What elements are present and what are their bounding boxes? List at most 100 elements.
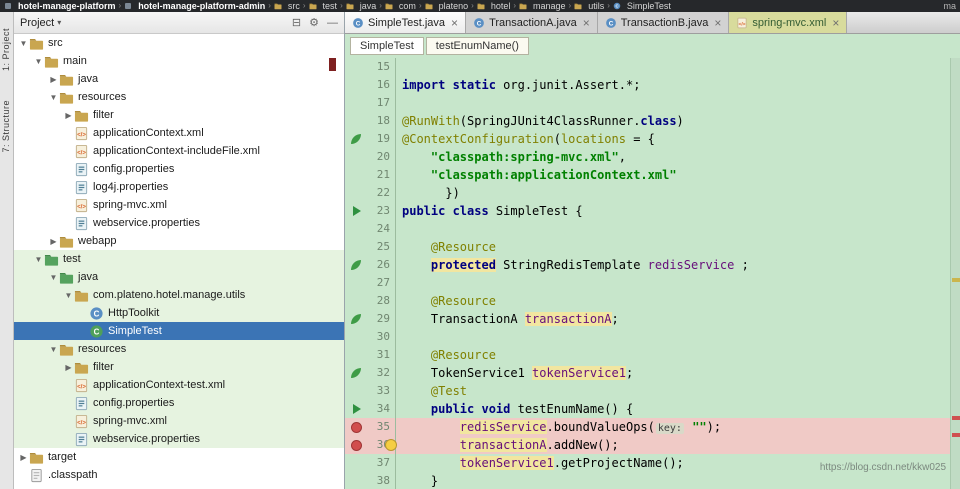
chevron-down-icon[interactable]: ▼ — [48, 273, 59, 282]
close-icon[interactable]: × — [714, 17, 721, 29]
code-line-35[interactable]: 35 redisService.boundValueOps(key: ""); — [345, 418, 950, 436]
code-line-29[interactable]: 29 TransactionA transactionA; — [345, 310, 950, 328]
breakpoint-icon[interactable] — [345, 436, 373, 454]
editor-tab-TransactionB.java[interactable]: CTransactionB.java× — [598, 12, 730, 33]
chevron-right-icon[interactable]: ▶ — [63, 363, 74, 372]
tool-button-project[interactable]: 1: Project — [1, 28, 11, 71]
code-line-20[interactable]: 20 "classpath:spring-mvc.xml", — [345, 148, 950, 166]
breadcrumb-item-hotel-manage-platform-admin[interactable]: hotel-manage-platform-admin — [124, 0, 265, 12]
tree-item-config.properties[interactable]: config.properties — [14, 160, 344, 178]
chevron-down-icon[interactable]: ▼ — [33, 57, 44, 66]
spring-leaf-icon[interactable] — [345, 130, 373, 148]
tree-item-webservice.properties[interactable]: webservice.properties — [14, 214, 344, 232]
editor[interactable]: 1516import static org.junit.Assert.*;171… — [345, 58, 960, 489]
chevron-down-icon[interactable]: ▼ — [48, 345, 59, 354]
tree-item-target[interactable]: ▶target — [14, 448, 344, 466]
breadcrumb-chip-testEnumName()[interactable]: testEnumName() — [426, 37, 529, 55]
code-line-19[interactable]: 19@ContextConfiguration(locations = { — [345, 130, 950, 148]
tree-item-src[interactable]: ▼src — [14, 34, 344, 52]
code-line-16[interactable]: 16import static org.junit.Assert.*; — [345, 76, 950, 94]
tree-item-spring-mvc.xml[interactable]: </>spring-mvc.xml — [14, 412, 344, 430]
spring-leaf-icon[interactable] — [345, 256, 373, 274]
breadcrumb-item-hotel-manage-platform[interactable]: hotel-manage-platform — [4, 0, 116, 12]
tree-item-com.plateno.hotel.manage.utils[interactable]: ▼com.plateno.hotel.manage.utils — [14, 286, 344, 304]
maven-tool-label[interactable]: ma — [943, 1, 956, 11]
run-icon[interactable] — [345, 202, 373, 220]
breadcrumb-item-test[interactable]: test — [309, 0, 338, 12]
breadcrumb-item-plateno[interactable]: plateno — [425, 0, 469, 12]
tree-item-applicationContext-includeFile.xml[interactable]: </>applicationContext-includeFile.xml — [14, 142, 344, 160]
chevron-right-icon[interactable]: ▶ — [48, 237, 59, 246]
tool-button-structure[interactable]: 7: Structure — [1, 100, 11, 153]
editor-tab-SimpleTest.java[interactable]: CSimpleTest.java× — [345, 12, 466, 33]
close-icon[interactable]: × — [451, 17, 458, 29]
breadcrumb-item-utils[interactable]: utils — [574, 0, 604, 12]
tree-item-webservice.properties[interactable]: webservice.properties — [14, 430, 344, 448]
code-line-24[interactable]: 24 — [345, 220, 950, 238]
chevron-down-icon[interactable]: ▼ — [33, 255, 44, 264]
breadcrumb-item-SimpleTest[interactable]: CSimpleTest — [613, 0, 671, 12]
intention-bulb-icon[interactable] — [385, 439, 397, 451]
tree-item-java[interactable]: ▼java — [14, 268, 344, 286]
tree-item-.classpath[interactable]: .classpath — [14, 466, 344, 484]
tree-item-webapp[interactable]: ▶webapp — [14, 232, 344, 250]
breadcrumb-chip-SimpleTest[interactable]: SimpleTest — [350, 37, 424, 55]
breakpoint-icon[interactable] — [345, 418, 373, 436]
spring-leaf-icon[interactable] — [345, 364, 373, 382]
code-line-33[interactable]: 33 @Test — [345, 382, 950, 400]
code-line-27[interactable]: 27 — [345, 274, 950, 292]
tree-item-SimpleTest[interactable]: CSimpleTest — [14, 322, 344, 340]
collapse-all-icon[interactable]: ⊟ — [292, 13, 301, 33]
spring-leaf-icon[interactable] — [345, 310, 373, 328]
code-line-30[interactable]: 30 — [345, 328, 950, 346]
chevron-down-icon[interactable]: ▼ — [63, 291, 74, 300]
tree-item-HttpToolkit[interactable]: CHttpToolkit — [14, 304, 344, 322]
code-line-38[interactable]: 38 } — [345, 472, 950, 489]
tree-item-resources[interactable]: ▼resources — [14, 340, 344, 358]
tree-item-java[interactable]: ▶java — [14, 70, 344, 88]
code-line-25[interactable]: 25 @Resource — [345, 238, 950, 256]
tree-item-filter[interactable]: ▶filter — [14, 106, 344, 124]
chevron-down-icon[interactable]: ▼ — [48, 93, 59, 102]
code-line-17[interactable]: 17 — [345, 94, 950, 112]
breadcrumb-item-java[interactable]: java — [346, 0, 377, 12]
code-line-31[interactable]: 31 @Resource — [345, 346, 950, 364]
code-line-21[interactable]: 21 "classpath:applicationContext.xml" — [345, 166, 950, 184]
close-icon[interactable]: × — [832, 17, 839, 29]
tree-item-log4j.properties[interactable]: log4j.properties — [14, 178, 344, 196]
code-line-22[interactable]: 22 }) — [345, 184, 950, 202]
editor-tab-TransactionA.java[interactable]: CTransactionA.java× — [466, 12, 598, 33]
gear-icon[interactable]: ⚙ — [309, 13, 319, 33]
code-line-23[interactable]: 23public class SimpleTest { — [345, 202, 950, 220]
tree-item-spring-mvc.xml[interactable]: </>spring-mvc.xml — [14, 196, 344, 214]
project-view-selector[interactable]: Project ▾ — [20, 17, 61, 29]
error-stripe[interactable] — [950, 58, 960, 489]
tree-item-resources[interactable]: ▼resources — [14, 88, 344, 106]
code-line-28[interactable]: 28 @Resource — [345, 292, 950, 310]
tree-item-test[interactable]: ▼test — [14, 250, 344, 268]
code-line-18[interactable]: 18@RunWith(SpringJUnit4ClassRunner.class… — [345, 112, 950, 130]
tree-item-applicationContext-test.xml[interactable]: </>applicationContext-test.xml — [14, 376, 344, 394]
breadcrumb-item-src[interactable]: src — [274, 0, 300, 12]
tree-item-config.properties[interactable]: config.properties — [14, 394, 344, 412]
tree-item-main[interactable]: ▼main — [14, 52, 344, 70]
code-line-26[interactable]: 26 protected StringRedisTemplate redisSe… — [345, 256, 950, 274]
run-icon[interactable] — [345, 400, 373, 418]
tree-item-applicationContext.xml[interactable]: </>applicationContext.xml — [14, 124, 344, 142]
code-line-34[interactable]: 34 public void testEnumName() { — [345, 400, 950, 418]
class-icon: C — [89, 306, 104, 321]
chevron-right-icon[interactable]: ▶ — [48, 75, 59, 84]
code-line-32[interactable]: 32 TokenService1 tokenService1; — [345, 364, 950, 382]
breadcrumb-item-manage[interactable]: manage — [519, 0, 566, 12]
code-line-15[interactable]: 15 — [345, 58, 950, 76]
tree-item-filter[interactable]: ▶filter — [14, 358, 344, 376]
chevron-down-icon[interactable]: ▼ — [18, 39, 29, 48]
hide-panel-icon[interactable]: ― — [327, 13, 338, 33]
breadcrumb-item-hotel[interactable]: hotel — [477, 0, 511, 12]
chevron-right-icon[interactable]: ▶ — [18, 453, 29, 462]
editor-tab-spring-mvc.xml[interactable]: </>spring-mvc.xml× — [729, 12, 847, 33]
chevron-right-icon[interactable]: ▶ — [63, 111, 74, 120]
breadcrumb-item-com[interactable]: com — [385, 0, 416, 12]
code-line-36[interactable]: 36 transactionA.addNew(); — [345, 436, 950, 454]
close-icon[interactable]: × — [583, 17, 590, 29]
